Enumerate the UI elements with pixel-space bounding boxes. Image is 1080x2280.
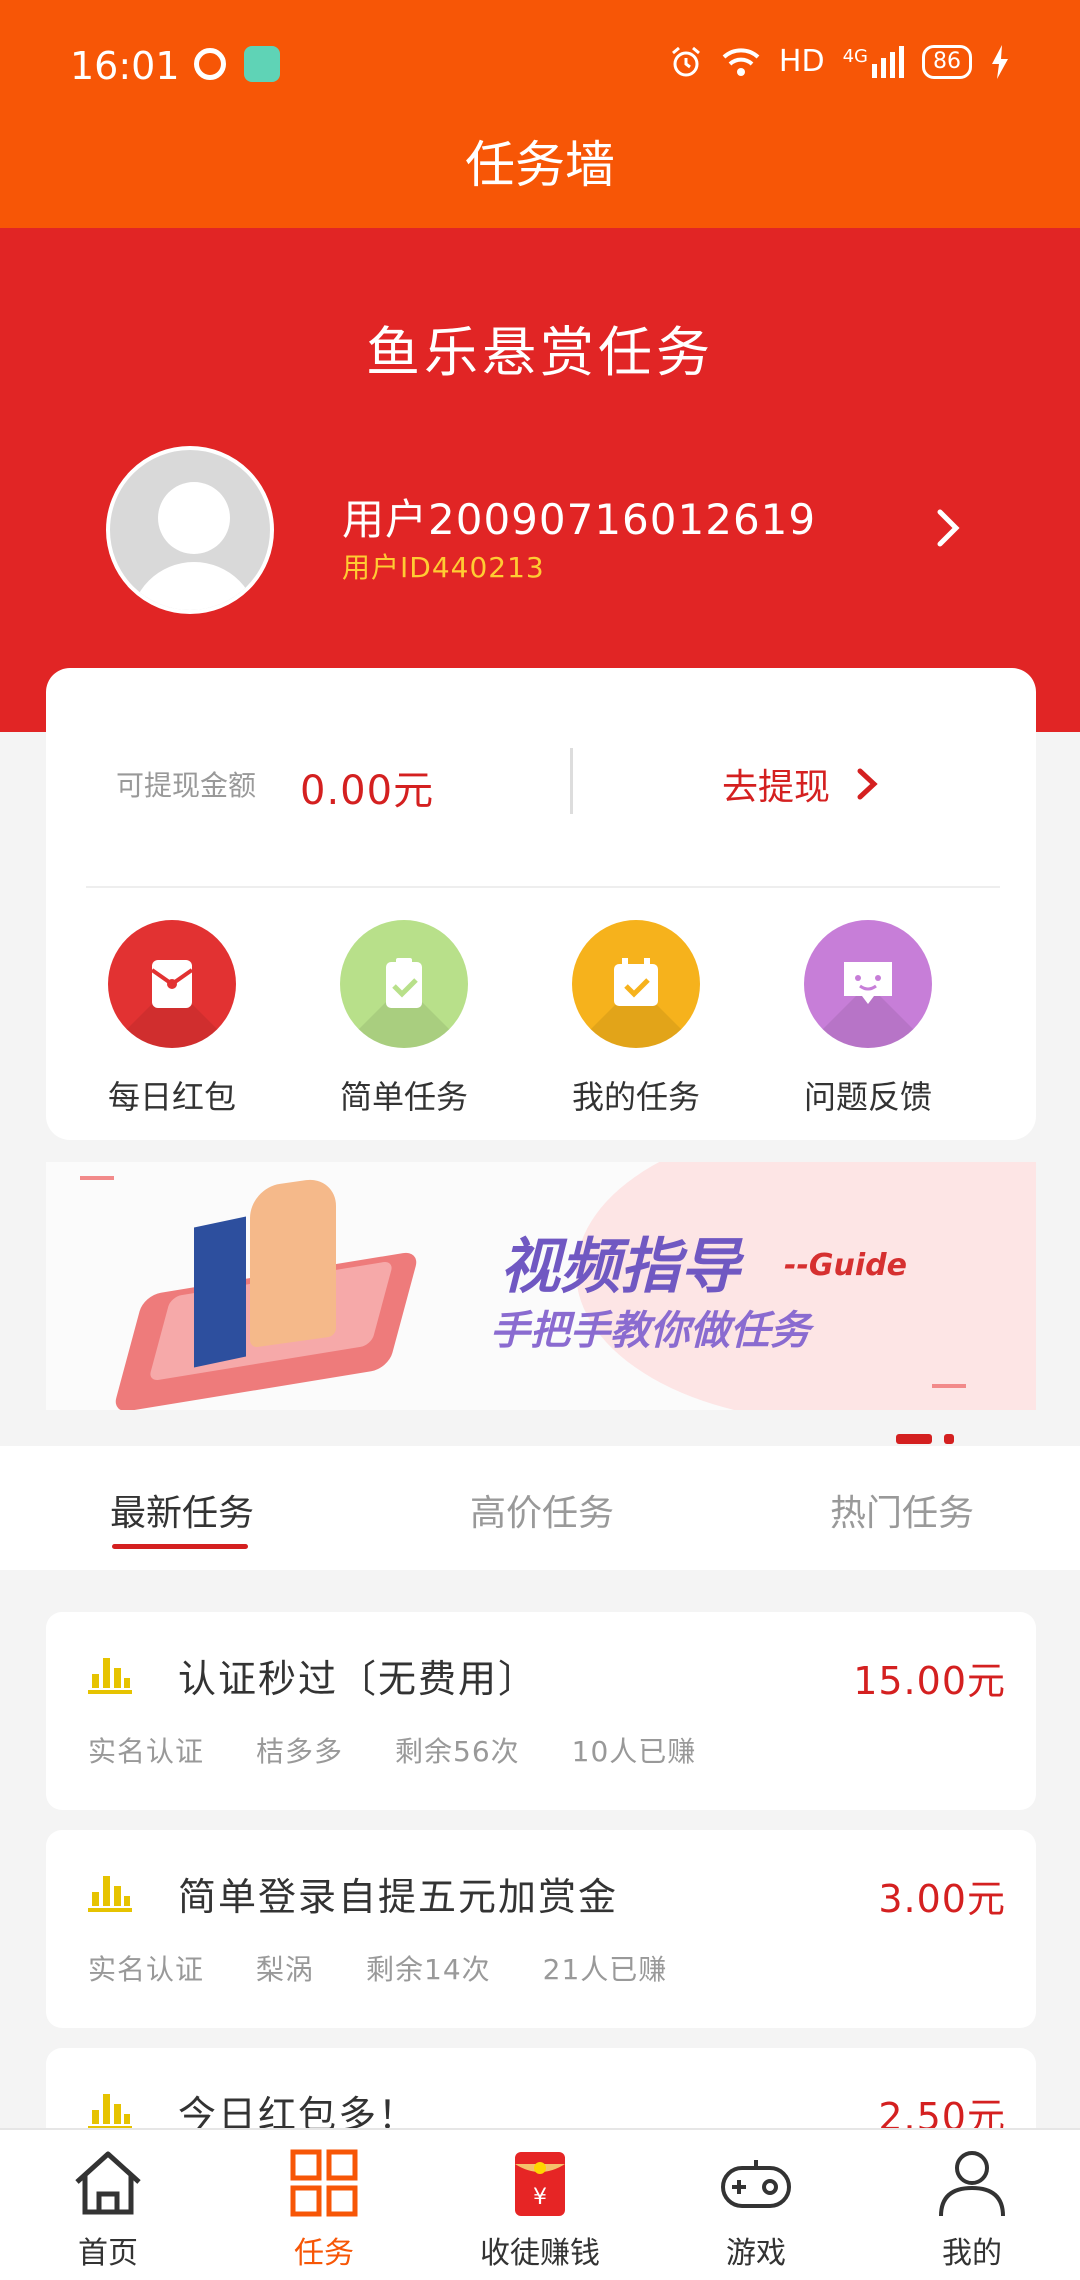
nav-label: 游戏 [726,2236,786,2271]
task-item[interactable]: 简单登录自提五元加赏金 3.00元 实名认证 梨涡 剩余14次 21人已赚 [46,1830,1036,2028]
task-title: 认证秒过〔无费用〕 [178,1657,539,1701]
quick-action-label: 每日红包 [107,1078,236,1116]
withdraw-button[interactable]: 去提现 [722,758,884,810]
quick-action-label: 问题反馈 [803,1078,932,1116]
task-earned: 21人已赚 [542,1953,668,1986]
avatar[interactable] [106,446,274,614]
banner-subtitle: 手把手教你做任务 [490,1308,810,1354]
balance-label: 可提现金额 [116,769,257,802]
task-meta: 实名认证 梨涡 剩余14次 21人已赚 [88,1948,719,1988]
task-tag: 实名认证 [88,1735,205,1768]
balance-value: 0.00元 [300,768,435,814]
nav-recruit[interactable]: ¥ 收徒赚钱 [432,2144,648,2272]
tab-underline [112,1544,248,1549]
task-item[interactable]: 认证秒过〔无费用〕 15.00元 实名认证 桔多多 剩余56次 10人已赚 [46,1612,1036,1810]
withdraw-label: 去提现 [722,767,831,808]
task-remaining: 剩余56次 [395,1735,520,1768]
task-title: 简单登录自提五元加赏金 [178,1875,619,1919]
nav-profile[interactable]: 我的 [864,2144,1080,2272]
task-price: 3.00元 [878,1877,1006,1921]
red-packet-icon: ¥ [515,2152,565,2216]
divider [86,886,1000,888]
status-bar: 16:01 HD 4G 86 [0,0,1080,130]
quick-action-daily-redpacket[interactable]: 每日红包 [56,920,288,1118]
task-tag: 实名认证 [88,1953,205,1986]
profile-header: 鱼乐悬赏任务 用户20090716012619 用户ID440213 [0,228,1080,732]
battery-icon: 86 [922,44,972,79]
carousel-indicator [896,1434,954,1444]
balance-card: 可提现金额 0.00元 去提现 每日红包 简单任务 我的任务 问题反馈 [46,668,1036,1140]
guide-banner[interactable]: 视频指导 --Guide 手把手教你做任务 [46,1162,1036,1410]
task-publisher: 桔多多 [256,1735,344,1768]
signal-icon: 4G [842,45,904,78]
quick-action-simple-task[interactable]: 简单任务 [288,920,520,1118]
status-time: 16:01 [70,44,180,88]
alarm-icon [671,46,700,76]
gamepad-icon [721,2160,791,2208]
task-publisher: 梨涡 [256,1953,315,1986]
quick-action-label: 我的任务 [571,1078,700,1116]
divider [570,748,573,814]
wifi-icon [722,47,760,76]
username[interactable]: 用户20090716012619 [342,486,816,547]
netease-music-icon [194,48,226,80]
banner-title: 视频指导 [500,1232,740,1302]
tab-latest[interactable]: 最新任务 [110,1484,254,1536]
bottom-nav: 首页 任务 ¥ 收徒赚钱 游戏 我的 [0,2128,1080,2280]
bar-chart-icon [88,1658,132,1694]
signal-label: 4G [842,45,868,67]
task-meta: 实名认证 桔多多 剩余56次 10人已赚 [88,1730,748,1770]
app-title: 鱼乐悬赏任务 [366,321,714,384]
banner-tag: --Guide [784,1248,907,1283]
bar-chart-icon [88,1876,132,1912]
nav-home[interactable]: 首页 [0,2144,216,2272]
calendar-check-icon [572,920,700,1048]
quick-action-feedback[interactable]: 问题反馈 [752,920,984,1118]
tab-popular[interactable]: 热门任务 [830,1484,974,1536]
home-icon [75,2151,141,2215]
charging-icon [992,44,1008,79]
nav-games[interactable]: 游戏 [648,2144,864,2272]
quick-action-my-tasks[interactable]: 我的任务 [520,920,752,1118]
task-remaining: 剩余14次 [366,1953,491,1986]
chat-bubble-icon [804,920,932,1048]
task-earned: 10人已赚 [571,1735,697,1768]
user-id: 用户ID440213 [342,551,545,584]
nav-tasks[interactable]: 任务 [216,2144,432,2272]
bar-chart-icon [88,2094,132,2130]
grid-icon [290,2149,358,2217]
app-notification-icon [244,46,280,82]
nav-label: 首页 [78,2236,138,2271]
status-right: HD 4G 86 [669,44,1010,79]
chevron-right-icon[interactable] [926,506,970,550]
clipboard-check-icon [340,920,468,1048]
task-tabs: 最新任务 高价任务 热门任务 [0,1446,1080,1570]
nav-label: 任务 [294,2236,354,2271]
person-icon [939,2151,1005,2217]
svg-text:¥: ¥ [533,2185,547,2210]
nav-label: 我的 [942,2236,1002,2271]
book-illustration [194,1216,246,1368]
page-title: 任务墙 [0,120,1080,228]
thumbs-up-illustration [250,1175,336,1349]
tab-high-price[interactable]: 高价任务 [470,1484,614,1536]
quick-action-label: 简单任务 [339,1078,468,1116]
red-envelope-icon [108,920,236,1048]
chevron-right-icon [857,768,878,800]
nav-label: 收徒赚钱 [480,2236,600,2271]
network-type: HD [778,44,825,79]
task-price: 15.00元 [853,1659,1006,1703]
